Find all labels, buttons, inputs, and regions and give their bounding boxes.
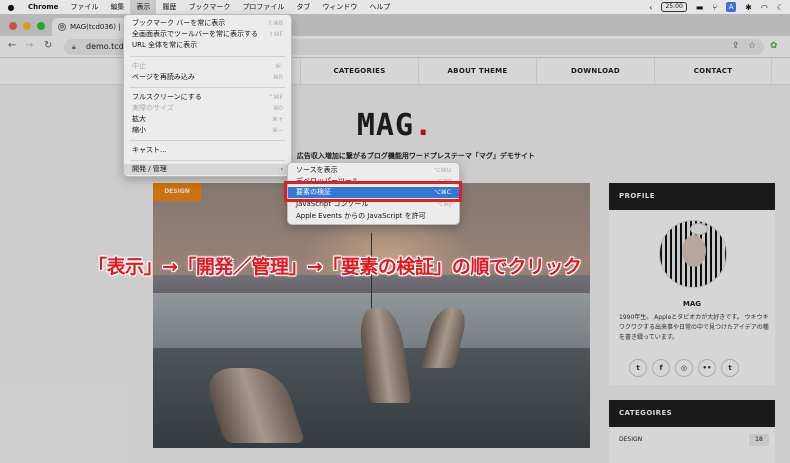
menubar-item-tab[interactable]: タブ xyxy=(290,0,316,14)
dev-menu-item-js-console[interactable]: JavaScript コンソール ⌥⌘J xyxy=(288,199,459,210)
nav-about-theme[interactable]: ABOUT THEME xyxy=(418,58,536,85)
view-menu-item-developer[interactable]: 開発 / 管理 › xyxy=(124,164,291,175)
menu-separator xyxy=(130,56,285,57)
logo-dot: . xyxy=(414,108,434,143)
bluetooth-icon[interactable]: ✱ xyxy=(745,3,752,12)
view-menu-item-reload[interactable]: ページを再読み込み ⌘R xyxy=(124,72,291,83)
view-menu-item-stop: 中止 ⌘. xyxy=(132,62,283,70)
profile-header: PROFILE xyxy=(609,183,775,210)
globe-icon: ◍ xyxy=(58,23,66,31)
profile-name: MAG xyxy=(682,300,702,308)
screen: ● Chrome ファイル 編集 表示 履歴 ブックマーク プロファイル タブ … xyxy=(0,0,790,463)
apple-icon[interactable]: ● xyxy=(0,3,22,12)
profile-widget: PROFILE MAG 1990年生。 Appleとタピオカが大好きです。 ウキ… xyxy=(609,183,775,385)
menu-separator xyxy=(130,140,285,141)
nav-contact[interactable]: CONTACT xyxy=(654,58,772,85)
avatar-flower xyxy=(690,223,708,235)
menu-separator xyxy=(130,160,285,161)
address-toolbar: ← → ↻ 🔒︎ demo.tcd-th ⇪ ☆ ✿ xyxy=(0,36,790,58)
category-row-count: 18 xyxy=(749,434,769,446)
tumblr-icon[interactable]: t xyxy=(721,359,739,377)
menubar-item-bookmarks[interactable]: ブックマーク xyxy=(182,0,236,14)
developer-submenu: ソースを表示 ⌥⌘U デベロッパーツール ⌥⌘I 要素の検証 ⌥⌘C JavaScri… xyxy=(287,162,460,225)
menubar-item-edit[interactable]: 編集 xyxy=(104,0,130,14)
profile-bio: 1990年生。 Appleとタピオカが大好きです。 ウキウキワクワクする出来事や… xyxy=(619,314,769,341)
battery-time[interactable]: 25:00 xyxy=(661,2,687,12)
menubar-status-area: ‹ 25:00 ▬ ⑂ A ✱ ◠ ☾ xyxy=(649,0,784,14)
zoom-window-icon[interactable] xyxy=(37,22,45,30)
menubar-app-name[interactable]: Chrome xyxy=(22,0,64,14)
view-menu-item-zoom-in[interactable]: 拡大 ⌘+ xyxy=(124,114,291,125)
avatar-face xyxy=(682,235,706,267)
chevron-left-icon[interactable]: ‹ xyxy=(649,3,652,12)
site-tagline: アクセス数、広告収入増加に繋がるブログ機能用ワードプレステーマ「マグ」デモサイト xyxy=(255,152,535,160)
view-menu-item-fullscreen[interactable]: フルスクリーンにする ⌃⌘F xyxy=(124,92,291,103)
category-badge[interactable]: DESIGN xyxy=(153,183,201,201)
close-window-icon[interactable] xyxy=(9,22,17,30)
menubar-item-file[interactable]: ファイル xyxy=(64,0,104,14)
view-menu-item[interactable]: 全画面表示でツールバーを常に表示する ⇧⌘F xyxy=(124,29,291,40)
logo-text: MAG xyxy=(356,108,415,143)
dev-menu-item-view-source[interactable]: ソースを表示 ⌥⌘U xyxy=(288,165,459,176)
back-arrow-icon[interactable]: ← xyxy=(8,40,16,51)
facebook-icon[interactable]: f xyxy=(652,359,670,377)
view-menu-item[interactable]: ブックマーク バーを常に表示 ⇧⌘B xyxy=(124,18,291,29)
social-links: t f ◎ •• t xyxy=(629,359,739,377)
instruction-annotation: 「表示」→「開発／管理」→「要素の検証」の順でクリック xyxy=(88,256,582,278)
wifi-icon[interactable]: ◠ xyxy=(761,3,768,12)
input-source-icon[interactable]: A xyxy=(726,2,737,12)
view-menu-item-cast[interactable]: キャスト... xyxy=(124,145,291,156)
category-row-label: DESIGN xyxy=(619,436,643,443)
instagram-icon[interactable]: ◎ xyxy=(675,359,693,377)
view-menu-item[interactable]: URL 全体を常に表示 xyxy=(124,40,291,51)
view-menu-item-actual-size: 実際のサイズ ⌘0 xyxy=(132,104,283,112)
category-row[interactable]: DESIGN 18 xyxy=(619,433,769,447)
nav-download[interactable]: DOWNLOAD xyxy=(536,58,654,85)
forward-arrow-icon[interactable]: → xyxy=(25,40,33,51)
menu-separator xyxy=(130,87,285,88)
minimize-window-icon[interactable] xyxy=(23,22,31,30)
bookmark-star-icon[interactable]: ☆ xyxy=(748,41,756,51)
lock-icon[interactable]: 🔒︎ xyxy=(72,39,76,55)
nav-categories[interactable]: CATEGORIES xyxy=(300,58,418,85)
browser-tabbar: ◍ MAG(tcd036) | ア xyxy=(0,14,790,36)
twitter-icon[interactable]: t xyxy=(629,359,647,377)
window-controls xyxy=(9,22,45,30)
view-menu: ブックマーク バーを常に表示 ⇧⌘B 全画面表示でツールバーを常に表示する ⇧⌘F … xyxy=(123,14,292,177)
categories-header: CATEGOIRES xyxy=(609,400,775,427)
menubar-item-history[interactable]: 履歴 xyxy=(156,0,182,14)
menubar-item-profile[interactable]: プロファイル xyxy=(236,0,290,14)
dev-menu-item-devtools[interactable]: デベロッパーツール ⌥⌘I xyxy=(288,176,459,187)
categories-widget: CATEGOIRES DESIGN 18 xyxy=(609,400,775,463)
fork-icon[interactable]: ⑂ xyxy=(712,3,717,12)
mac-menubar: ● Chrome ファイル 編集 表示 履歴 ブックマーク プロファイル タブ … xyxy=(0,0,790,14)
chevron-right-icon: › xyxy=(280,166,283,173)
flickr-icon[interactable]: •• xyxy=(698,359,716,377)
extension-icon[interactable]: ✿ xyxy=(770,41,778,51)
dev-menu-item-allow-apple-events[interactable]: Apple Events からの JavaScript を許可 xyxy=(288,211,459,222)
reload-icon[interactable]: ↻ xyxy=(44,40,52,51)
display-icon[interactable]: ▬ xyxy=(696,3,704,12)
menubar-item-help[interactable]: ヘルプ xyxy=(363,0,396,14)
browser-tab[interactable]: ◍ MAG(tcd036) | ア xyxy=(52,18,132,36)
share-icon[interactable]: ⇪ xyxy=(732,41,740,51)
menubar-item-window[interactable]: ウィンドウ xyxy=(316,0,363,14)
site-navigation: CATEGORIES ABOUT THEME DOWNLOAD CONTACT xyxy=(0,58,790,85)
moon-icon[interactable]: ☾ xyxy=(777,3,784,12)
view-menu-item-zoom-out[interactable]: 縮小 ⌘− xyxy=(124,125,291,136)
site-logo[interactable]: MAG. xyxy=(0,108,790,143)
avatar xyxy=(659,220,727,288)
menubar-item-view[interactable]: 表示 xyxy=(130,0,157,14)
tab-title: MAG(tcd036) | ア xyxy=(70,23,130,31)
dev-menu-item-inspect-element[interactable]: 要素の検証 ⌥⌘C xyxy=(288,187,459,198)
